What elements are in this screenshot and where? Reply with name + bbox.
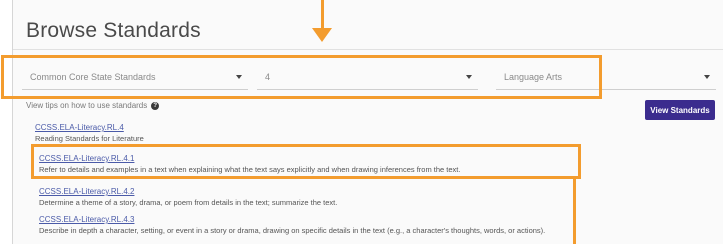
standard-group-link[interactable]: CCSS.ELA-Literacy.RL.4: [35, 123, 144, 133]
standard-item: CCSS.ELA-Literacy.RL.4.3 Describe in dep…: [39, 215, 545, 236]
standard-desc: Describe in depth a character, setting, …: [39, 226, 546, 235]
standard-desc: Refer to details and examples in a text …: [39, 165, 461, 174]
standard-link[interactable]: CCSS.ELA-Literacy.RL.4.2: [39, 187, 337, 197]
chevron-down-icon: [704, 74, 710, 79]
chevron-down-icon: [466, 74, 472, 79]
standards-set-select[interactable]: Common Core State Standards: [22, 64, 248, 90]
standards-set-value: Common Core State Standards: [30, 71, 156, 82]
standard-item: CCSS.ELA-Literacy.RL.4.2 Determine a the…: [39, 187, 337, 208]
subject-value: Language Arts: [504, 71, 563, 82]
standards-tips-text: View tips on how to use standards: [26, 101, 148, 110]
standard-link[interactable]: CCSS.ELA-Literacy.RL.4.3: [39, 215, 545, 225]
standard-link[interactable]: CCSS.ELA-Literacy.RL.4.1: [39, 154, 460, 164]
grade-select[interactable]: 4: [257, 64, 478, 90]
standards-tips-link[interactable]: View tips on how to use standards ?: [26, 101, 160, 110]
browse-standards-page: Browse Standards Common Core State Stand…: [0, 0, 723, 244]
help-icon: ?: [151, 101, 160, 110]
chevron-down-icon: [236, 74, 242, 79]
annotation-arrow-head: [312, 28, 332, 42]
title-divider: [13, 49, 723, 50]
annotation-connector-line: [573, 179, 576, 244]
standard-item: CCSS.ELA-Literacy.RL.4.1 Refer to detail…: [39, 154, 460, 175]
grade-value: 4: [265, 71, 271, 82]
page-title: Browse Standards: [26, 19, 201, 42]
standard-desc: Determine a theme of a story, drama, or …: [39, 198, 338, 207]
annotation-arrow-shaft: [321, 0, 324, 30]
standard-group: CCSS.ELA-Literacy.RL.4 Reading Standards…: [35, 123, 144, 144]
standard-group-desc: Reading Standards for Literature: [35, 134, 144, 143]
view-standards-button[interactable]: View Standards: [645, 100, 715, 120]
subject-select[interactable]: Language Arts: [496, 64, 716, 90]
